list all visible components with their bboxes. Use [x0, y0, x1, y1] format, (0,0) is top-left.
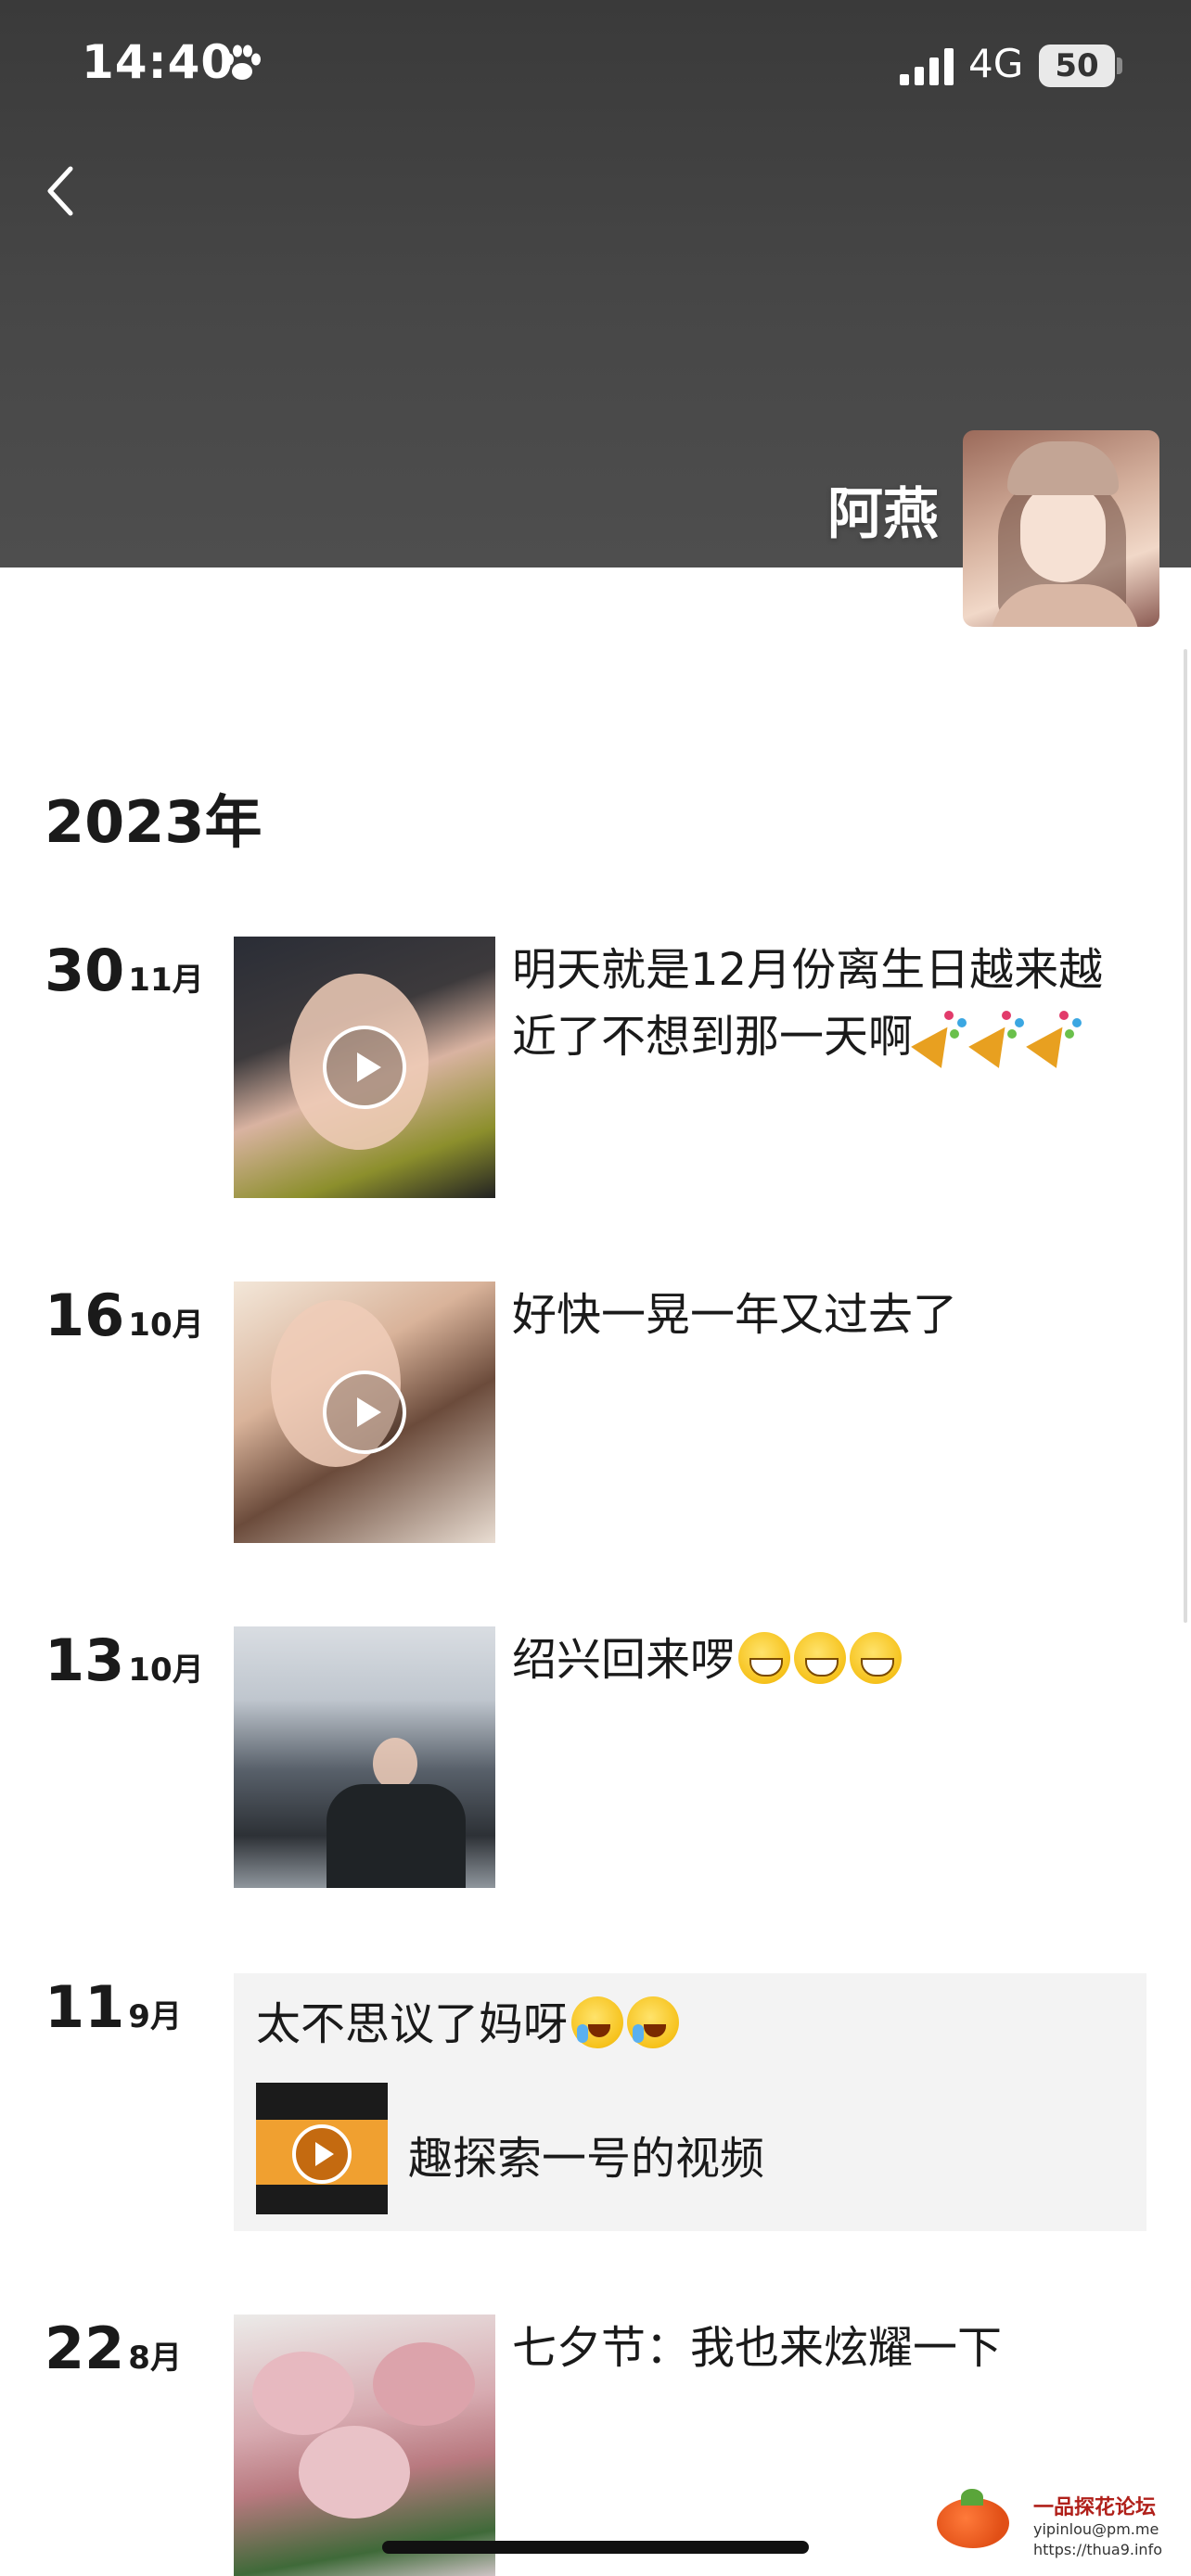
watermark: 一品探花论坛 yipinlou@pm.me https://thua9.info: [937, 2481, 1187, 2565]
entry-text: 七夕节：我也来炫耀一下: [512, 2315, 1143, 2381]
party-popper-icon: [974, 1007, 1028, 1061]
profile-name: 阿燕: [827, 482, 939, 547]
avatar-face: [1020, 482, 1106, 582]
entry-date: 30 11月: [45, 937, 204, 1004]
rolling-laugh-icon: [627, 1996, 680, 2048]
play-icon: [292, 2124, 352, 2184]
battery-icon: 50: [1039, 45, 1115, 87]
photo-thumbnail[interactable]: [234, 1626, 495, 1888]
play-icon: [323, 1026, 406, 1109]
status-bar: 14:40 4G 50: [0, 0, 1191, 139]
shared-video-link[interactable]: 趣探索一号的视频: [256, 2083, 1124, 2216]
thumbnail-banner: [256, 2083, 388, 2120]
network-type: 4G: [968, 41, 1024, 86]
entry-caption: 七夕节：我也来炫耀一下: [512, 2322, 1003, 2374]
shared-video-thumbnail: [256, 2083, 388, 2214]
grin-icon: [738, 1632, 791, 1684]
grin-icon: [794, 1632, 847, 1684]
home-indicator[interactable]: [382, 2541, 809, 2554]
entry-day: 22: [45, 2315, 125, 2382]
entry-month: 10月: [128, 1307, 204, 1344]
entry-month: 11月: [128, 962, 204, 999]
watermark-title: 一品探花论坛: [1033, 2496, 1157, 2519]
shared-link-label: 趣探索一号的视频: [408, 2133, 765, 2185]
entry-day: 11: [45, 1973, 125, 2041]
year-heading: 2023年: [45, 788, 263, 856]
battery-nub: [1117, 57, 1122, 74]
grin-icon: [850, 1632, 903, 1684]
rolling-laugh-icon: [571, 1996, 624, 2048]
entry-month: 8月: [128, 2340, 182, 2377]
entry-caption: 绍兴回来啰: [512, 1634, 736, 1686]
entry-day: 30: [45, 937, 125, 1004]
watermark-email: yipinlou@pm.me: [1033, 2520, 1159, 2538]
entry-date: 11 9月: [45, 1973, 182, 2041]
video-thumbnail[interactable]: [234, 1282, 495, 1543]
entry-text: 绍兴回来啰: [512, 1626, 1143, 1693]
entry-date: 16 10月: [45, 1282, 204, 1349]
entry-day: 13: [45, 1626, 125, 1694]
entry-caption: 太不思议了妈呀: [256, 1998, 569, 2050]
entry-text: 明天就是12月份离生日越来越近了不想到那一天啊: [512, 937, 1143, 1070]
entry-month: 9月: [128, 1998, 182, 2035]
entry-date: 22 8月: [45, 2315, 182, 2382]
video-thumbnail[interactable]: [234, 937, 495, 1198]
signal-icon: [900, 48, 954, 85]
watermark-logo: [937, 2489, 1009, 2548]
flower-shape: [373, 2342, 475, 2426]
avatar[interactable]: [963, 430, 1159, 627]
photo-thumbnail[interactable]: [234, 2315, 495, 2576]
status-time: 14:40: [82, 35, 235, 89]
entry-date: 13 10月: [45, 1626, 204, 1694]
party-popper-icon: [916, 1007, 970, 1061]
party-popper-icon: [1031, 1007, 1085, 1061]
battery-level: 50: [1055, 47, 1099, 84]
play-icon: [323, 1371, 406, 1454]
entry-month: 10月: [128, 1651, 204, 1689]
avatar-hat: [1007, 441, 1119, 495]
thumbnail-figure: [327, 1784, 466, 1888]
watermark-url: https://thua9.info: [1033, 2541, 1162, 2558]
chevron-left-icon[interactable]: [41, 163, 82, 219]
flower-shape: [299, 2426, 410, 2519]
thumbnail-footer: [256, 2185, 388, 2214]
paw-icon: [224, 45, 261, 80]
flower-shape: [252, 2352, 354, 2435]
scroll-indicator[interactable]: [1184, 649, 1187, 1623]
entry-text: 好快一晃一年又过去了: [512, 1282, 1143, 1348]
shared-post-card[interactable]: 太不思议了妈呀 趣探索一号的视频: [234, 1973, 1146, 2231]
entry-day: 16: [45, 1282, 125, 1349]
entry-text: 太不思议了妈呀: [256, 1992, 680, 2057]
entry-caption: 好快一晃一年又过去了: [512, 1289, 958, 1341]
thumbnail-subject: [373, 1738, 417, 1790]
